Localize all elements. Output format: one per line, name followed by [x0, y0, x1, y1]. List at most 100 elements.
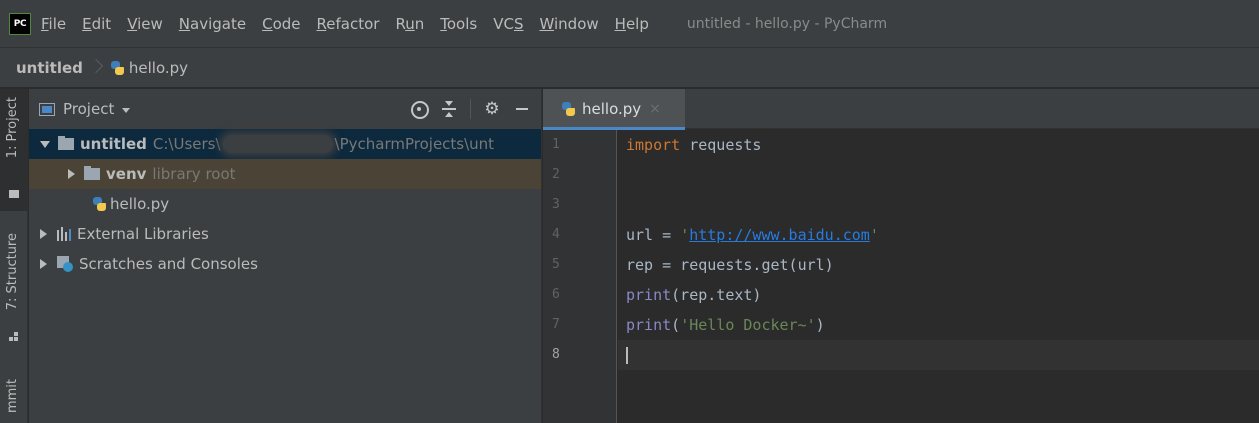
line-number: 6 — [552, 287, 560, 302]
code-line-6[interactable]: print(rep.text) — [618, 280, 1259, 310]
python-file-icon — [109, 60, 125, 76]
tree-label-scratches: Scratches and Consoles — [79, 255, 258, 273]
tree-path-start: C:\Users\ — [152, 135, 221, 153]
tool-tab-commit-label: mmit — [5, 379, 20, 414]
menu-edit[interactable]: Edit — [82, 15, 111, 33]
tool-tab-structure-label: 7: Structure — [5, 233, 20, 311]
hide-panel-icon[interactable] — [513, 100, 531, 118]
url-link[interactable]: http://www.baidu.com — [689, 226, 870, 244]
project-panel-header: Project ⚙ — [29, 89, 541, 129]
tool-tab-project-label: 1: Project — [5, 97, 20, 159]
code-text: (rep.text) — [671, 286, 762, 304]
menu-run[interactable]: Run — [395, 15, 424, 33]
tree-row-scratches[interactable]: Scratches and Consoles — [29, 249, 541, 279]
window-title: untitled - hello.py - PyCharm — [686, 15, 888, 32]
line-number: 3 — [552, 197, 560, 212]
tree-row-hello-py[interactable]: hello.py — [29, 189, 541, 219]
expand-arrow-icon[interactable] — [40, 259, 47, 269]
pycharm-logo-icon: PC — [9, 12, 31, 35]
project-tree: untitled C:\Users\ \PycharmProjects\unt … — [29, 129, 541, 279]
tool-tab-commit[interactable]: mmit — [0, 373, 28, 423]
project-view-selector[interactable]: Project — [63, 100, 114, 118]
structure-icon — [9, 333, 19, 341]
code-line-5[interactable]: rep = requests.get(url) — [618, 250, 1259, 280]
locate-file-icon[interactable] — [410, 100, 429, 119]
line-number: 7 — [552, 317, 560, 332]
expand-arrow-icon[interactable] — [40, 140, 50, 148]
builtin-token: print — [626, 286, 672, 304]
code-line-2[interactable] — [618, 160, 1259, 190]
logo-text: PC — [13, 18, 27, 29]
code-line-7[interactable]: print('Hello Docker~') — [618, 310, 1259, 340]
menu-help[interactable]: Help — [615, 15, 649, 33]
collapse-all-icon[interactable] — [440, 100, 458, 118]
left-tool-stripe: 1: Project 7: Structure mmit — [0, 89, 28, 423]
line-number-gutter: 1 2 3 4 5 6 7 8 — [543, 130, 617, 423]
line-number-current: 8 — [552, 347, 560, 362]
tree-path-end: \PycharmProjects\unt — [334, 135, 495, 153]
expand-arrow-icon[interactable] — [68, 169, 75, 179]
code-line-3[interactable] — [618, 190, 1259, 220]
gear-icon[interactable]: ⚙ — [483, 100, 501, 118]
toolbar-divider — [470, 99, 471, 119]
tree-row-venv[interactable]: venv library root — [29, 159, 541, 189]
python-file-icon — [91, 196, 107, 212]
folder-icon — [84, 166, 100, 180]
project-panel-toolbar: ⚙ — [398, 89, 531, 129]
menu-code[interactable]: Code — [262, 15, 300, 33]
breadcrumb-separator-icon — [91, 57, 101, 79]
redacted-path-mask — [222, 135, 333, 153]
code-text: url = — [626, 226, 681, 244]
editor-tab-label: hello.py — [582, 100, 642, 118]
project-view-icon — [39, 102, 55, 116]
breadcrumb-project[interactable]: untitled — [16, 59, 83, 77]
tool-tab-project[interactable]: 1: Project — [0, 89, 28, 211]
tree-label-untitled: untitled — [80, 135, 147, 153]
editor-area: hello.py × 1 2 3 4 5 6 7 8 import reques… — [543, 89, 1259, 423]
string-token: 'Hello Docker~' — [680, 316, 816, 334]
tree-row-external-libraries[interactable]: External Libraries — [29, 219, 541, 249]
editor-tab-hello-py[interactable]: hello.py × — [543, 89, 685, 130]
line-number: 1 — [552, 137, 560, 152]
menu-tools[interactable]: Tools — [440, 15, 477, 33]
code-text: rep = requests.get(url) — [626, 256, 834, 274]
code-line-8-current[interactable] — [618, 340, 1259, 370]
tree-label-external-libraries: External Libraries — [77, 225, 209, 243]
code-text: requests — [680, 136, 762, 154]
folder-icon — [9, 190, 19, 198]
tree-row-untitled[interactable]: untitled C:\Users\ \PycharmProjects\unt — [29, 129, 541, 159]
breadcrumb-file-label: hello.py — [128, 58, 189, 77]
code-line-1[interactable]: import requests — [618, 130, 1259, 160]
code-text: ( — [671, 316, 681, 334]
menu-view[interactable]: View — [127, 15, 163, 33]
text-caret — [626, 347, 628, 364]
builtin-token: print — [626, 316, 672, 334]
python-file-icon — [560, 101, 576, 117]
expand-arrow-icon[interactable] — [40, 229, 47, 239]
close-icon[interactable]: × — [649, 101, 661, 117]
chevron-down-icon[interactable] — [122, 107, 131, 113]
tree-label-venv: venv — [106, 165, 147, 183]
code-text: ) — [815, 316, 825, 334]
keyword-token: import — [626, 136, 681, 154]
menu-vcs[interactable]: VCS — [493, 15, 523, 33]
code-editor[interactable]: import requests url = 'http://www.baidu.… — [618, 130, 1259, 423]
menu-bar: PC File Edit View Navigate Code Refactor… — [0, 0, 1259, 47]
tool-tab-structure[interactable]: 7: Structure — [0, 221, 28, 361]
line-number: 2 — [552, 167, 560, 182]
menu-file[interactable]: File — [41, 15, 66, 33]
project-tool-window: Project ⚙ untitled C:\Users\ \PycharmPro… — [29, 89, 542, 423]
menu-refactor[interactable]: Refactor — [317, 15, 380, 33]
line-number: 5 — [552, 257, 560, 272]
menu-window[interactable]: Window — [539, 15, 598, 33]
tree-hint-library-root: library root — [152, 165, 236, 183]
string-quote: ' — [680, 226, 690, 244]
code-line-4[interactable]: url = 'http://www.baidu.com' — [618, 220, 1259, 250]
library-icon — [57, 227, 73, 241]
menu-navigate[interactable]: Navigate — [179, 15, 246, 33]
string-quote: ' — [869, 226, 879, 244]
breadcrumb-file[interactable]: hello.py — [109, 59, 188, 77]
tree-label-hello-py: hello.py — [110, 195, 170, 213]
line-number: 4 — [552, 227, 560, 242]
navigation-bar: untitled hello.py — [0, 47, 1259, 88]
